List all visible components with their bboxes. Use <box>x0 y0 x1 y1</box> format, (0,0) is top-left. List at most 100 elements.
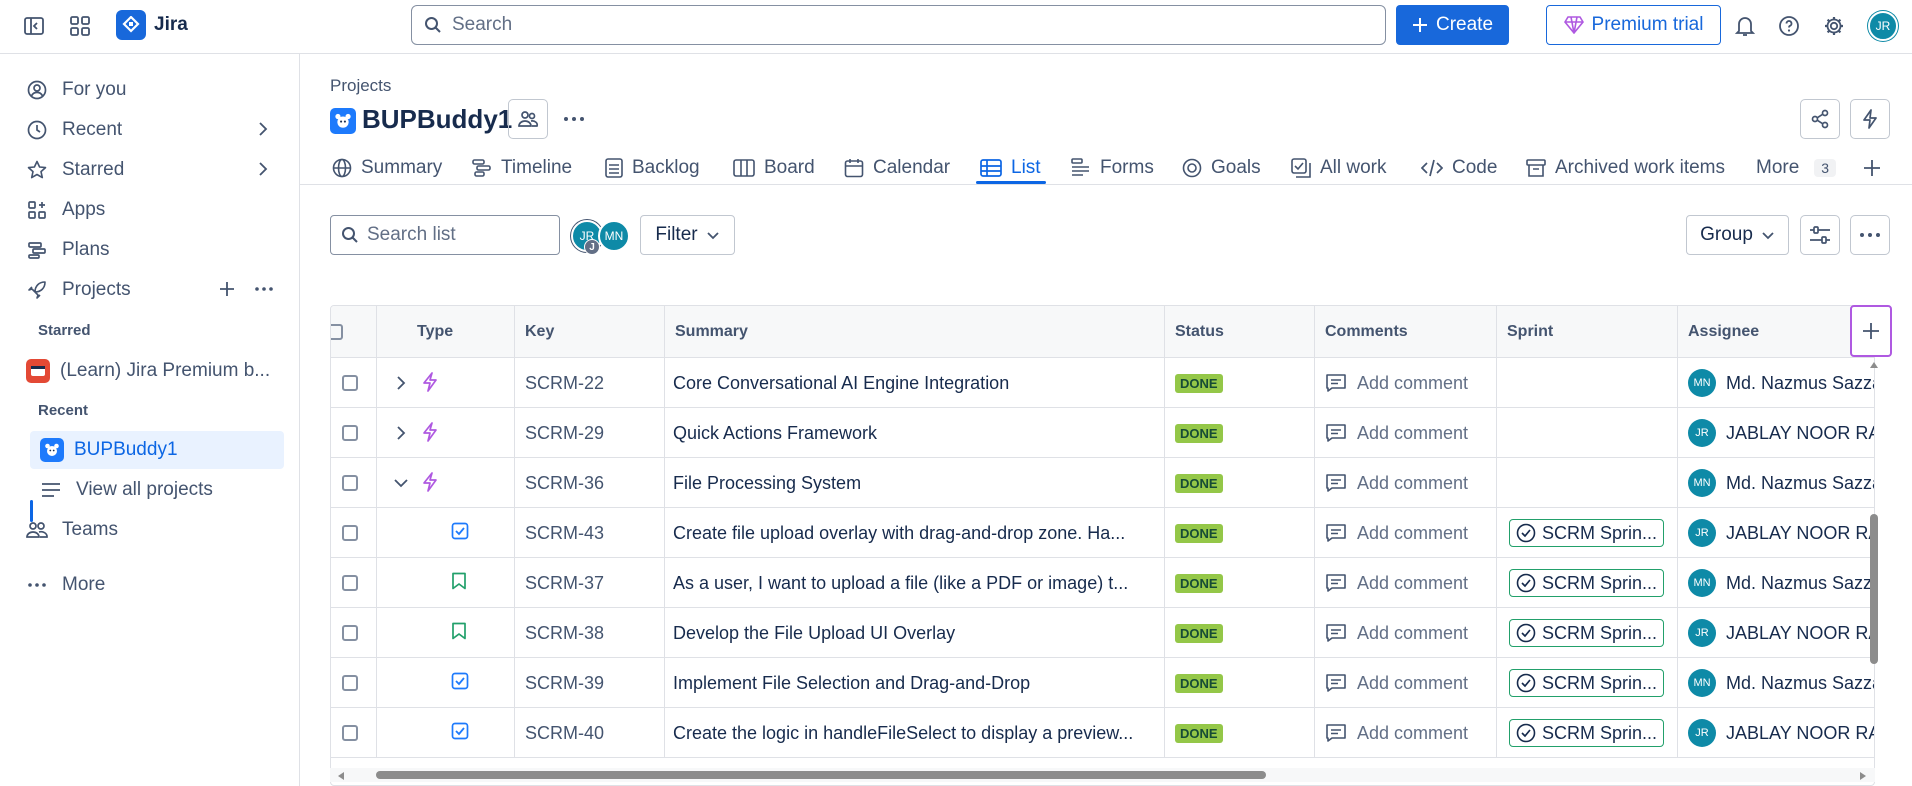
assignee-cell[interactable]: MN Md. Nazmus Sazzad <box>1678 558 1874 608</box>
search-list-input[interactable]: Search list <box>330 215 560 255</box>
project-more-icon[interactable] <box>556 101 592 137</box>
column-header-status[interactable]: Status <box>1165 306 1315 358</box>
tab-backlog[interactable]: Backlog <box>605 150 700 186</box>
status-badge[interactable]: DONE <box>1175 523 1223 543</box>
add-project-icon[interactable] <box>218 280 236 298</box>
table-row[interactable]: SCRM-22 Core Conversational AI Engine Int… <box>331 358 1874 408</box>
add-comment-button[interactable]: Add comment <box>1325 723 1468 744</box>
sidebar-starred-project[interactable]: (Learn) Jira Premium b... <box>16 352 284 390</box>
sprint-badge[interactable]: SCRM Sprin... <box>1509 669 1664 697</box>
breadcrumb[interactable]: Projects <box>330 76 391 96</box>
tab-calendar[interactable]: Calendar <box>844 150 950 186</box>
select-all-checkbox[interactable] <box>331 324 343 340</box>
sidebar-item-projects[interactable]: Projects <box>16 271 284 309</box>
premium-trial-button[interactable]: Premium trial <box>1546 5 1721 45</box>
sprint-badge[interactable]: SCRM Sprin... <box>1509 619 1664 647</box>
sidebar-item-more[interactable]: More <box>16 566 284 604</box>
user-avatar[interactable]: JR <box>1868 11 1898 41</box>
sprint-cell[interactable]: SCRM Sprin... <box>1497 508 1678 558</box>
summary-cell[interactable]: Develop the File Upload UI Overlay <box>665 608 1165 658</box>
sidebar-recent-project[interactable]: BUPBuddy1 <box>30 431 284 469</box>
assignee-cell[interactable]: MN Md. Nazmus Sazzad <box>1678 458 1874 508</box>
filter-avatar-mn[interactable]: MN <box>598 220 630 252</box>
status-badge[interactable]: DONE <box>1175 573 1223 593</box>
status-badge[interactable]: DONE <box>1175 473 1223 493</box>
horizontal-scrollbar-thumb[interactable] <box>376 771 1266 779</box>
add-comment-button[interactable]: Add comment <box>1325 523 1468 544</box>
status-badge[interactable]: DONE <box>1175 723 1223 743</box>
status-badge[interactable]: DONE <box>1175 673 1223 693</box>
task-type-icon[interactable] <box>451 722 469 740</box>
table-row[interactable]: SCRM-36 File Processing System DONE Add com… <box>331 458 1874 508</box>
assignee-cell[interactable]: JR JABLAY NOOR RAHMAN <box>1678 508 1874 558</box>
sprint-badge[interactable]: SCRM Sprin... <box>1509 519 1664 547</box>
tab-more[interactable]: More 3 <box>1756 150 1837 186</box>
summary-cell[interactable]: Create file upload overlay with drag-and… <box>665 508 1165 558</box>
task-type-icon[interactable] <box>451 522 469 540</box>
key-cell[interactable]: SCRM-40 <box>515 708 665 758</box>
summary-cell[interactable]: File Processing System <box>665 458 1165 508</box>
summary-cell[interactable]: Quick Actions Framework <box>665 408 1165 458</box>
add-comment-button[interactable]: Add comment <box>1325 573 1468 594</box>
tab-summary[interactable]: Summary <box>332 150 442 186</box>
key-cell[interactable]: SCRM-39 <box>515 658 665 708</box>
key-cell[interactable]: SCRM-37 <box>515 558 665 608</box>
sidebar-view-all-projects[interactable]: View all projects <box>30 471 284 509</box>
key-cell[interactable]: SCRM-22 <box>515 358 665 408</box>
table-row[interactable]: SCRM-43 Create file upload overlay with d… <box>331 508 1874 558</box>
status-badge[interactable]: DONE <box>1175 623 1223 643</box>
sidebar-item-apps[interactable]: Apps <box>16 191 284 229</box>
sprint-cell[interactable] <box>1497 408 1678 458</box>
global-search-input[interactable]: Search <box>411 5 1386 45</box>
create-button[interactable]: Create <box>1396 5 1509 45</box>
story-type-icon[interactable] <box>451 572 467 590</box>
status-badge[interactable]: DONE <box>1175 373 1223 393</box>
add-column-button[interactable] <box>1850 305 1892 357</box>
key-cell[interactable]: SCRM-38 <box>515 608 665 658</box>
add-comment-button[interactable]: Add comment <box>1325 373 1468 394</box>
row-checkbox[interactable] <box>341 625 358 641</box>
assignee-cell[interactable]: MN Md. Nazmus Sazzad <box>1678 658 1874 708</box>
assignee-cell[interactable]: JR JABLAY NOOR RAHMAN <box>1678 408 1874 458</box>
table-row[interactable]: SCRM-40 Create the logic in handleFileSel… <box>331 708 1874 758</box>
expand-chevron-right-icon[interactable] <box>393 425 409 441</box>
column-header-comments[interactable]: Comments <box>1315 306 1497 358</box>
table-row[interactable]: SCRM-38 Develop the File Upload UI Overla… <box>331 608 1874 658</box>
sidebar-item-starred[interactable]: Starred <box>16 151 284 189</box>
row-checkbox[interactable] <box>341 575 358 591</box>
status-badge[interactable]: DONE <box>1175 423 1223 443</box>
sprint-cell[interactable]: SCRM Sprin... <box>1497 608 1678 658</box>
sidebar-item-plans[interactable]: Plans <box>16 231 284 269</box>
assignee-cell[interactable]: MN Md. Nazmus Sazzad <box>1678 358 1874 408</box>
group-button[interactable]: Group <box>1686 215 1789 255</box>
share-button[interactable] <box>1800 99 1840 139</box>
table-row[interactable]: SCRM-39 Implement File Selection and Drag… <box>331 658 1874 708</box>
story-type-icon[interactable] <box>451 622 467 640</box>
epic-type-icon[interactable] <box>421 372 439 392</box>
key-cell[interactable]: SCRM-29 <box>515 408 665 458</box>
tab-board[interactable]: Board <box>733 150 815 186</box>
table-row[interactable]: SCRM-29 Quick Actions Framework DONE Add co… <box>331 408 1874 458</box>
column-header-type[interactable]: Type <box>377 306 515 358</box>
row-checkbox[interactable] <box>341 375 358 391</box>
tab-forms[interactable]: Forms <box>1071 150 1154 186</box>
sprint-cell[interactable]: SCRM Sprin... <box>1497 658 1678 708</box>
sprint-cell[interactable] <box>1497 358 1678 408</box>
summary-cell[interactable]: Core Conversational AI Engine Integratio… <box>665 358 1165 408</box>
tab-goals[interactable]: Goals <box>1182 150 1261 186</box>
sprint-cell[interactable]: SCRM Sprin... <box>1497 558 1678 608</box>
add-comment-button[interactable]: Add comment <box>1325 673 1468 694</box>
jira-logo-icon[interactable] <box>116 10 146 40</box>
key-cell[interactable]: SCRM-36 <box>515 458 665 508</box>
sprint-cell[interactable]: SCRM Sprin... <box>1497 708 1678 758</box>
add-comment-button[interactable]: Add comment <box>1325 623 1468 644</box>
add-comment-button[interactable]: Add comment <box>1325 473 1468 494</box>
sidebar-toggle-icon[interactable] <box>18 10 50 42</box>
add-tab-button[interactable] <box>1862 150 1882 186</box>
automation-button[interactable] <box>1850 99 1890 139</box>
list-more-button[interactable] <box>1850 215 1890 255</box>
horizontal-scrollbar[interactable] <box>330 768 1875 782</box>
summary-cell[interactable]: Implement File Selection and Drag-and-Dr… <box>665 658 1165 708</box>
epic-type-icon[interactable] <box>421 422 439 442</box>
row-checkbox[interactable] <box>341 425 358 441</box>
